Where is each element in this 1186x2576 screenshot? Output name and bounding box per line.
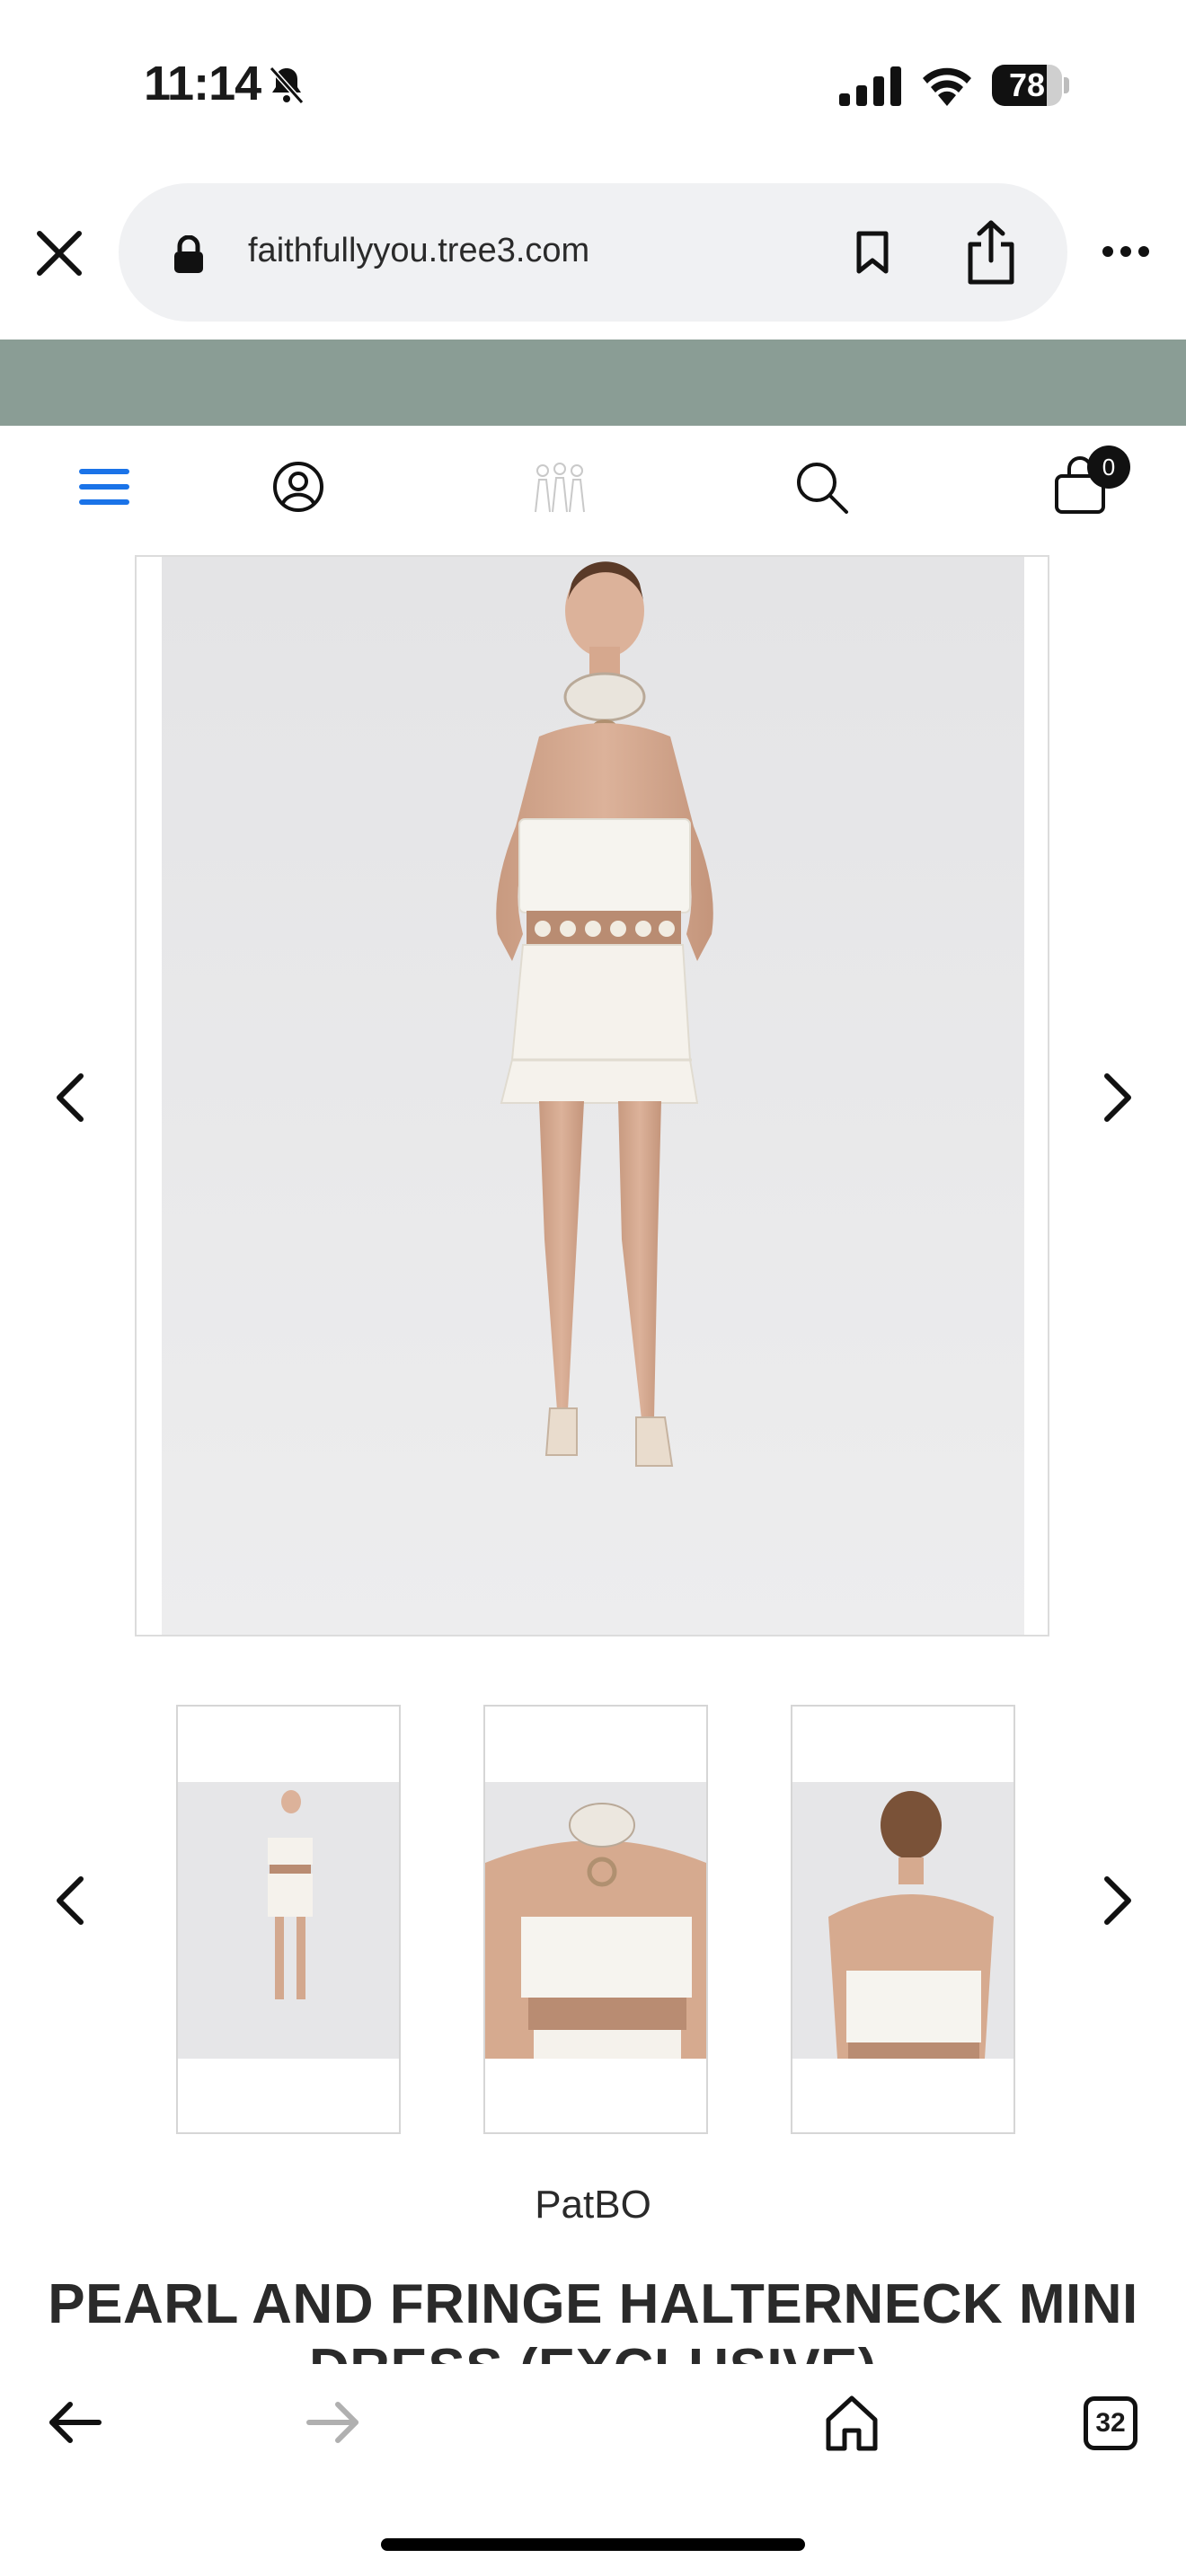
lock-icon xyxy=(174,235,203,273)
close-icon[interactable] xyxy=(34,228,84,278)
search-icon[interactable] xyxy=(794,460,850,516)
cellular-signal-icon xyxy=(839,66,901,106)
tabs-count-button[interactable]: 32 xyxy=(1084,2396,1137,2450)
thumbnail-2[interactable] xyxy=(483,1705,708,2134)
announcement-banner xyxy=(0,340,1186,426)
wifi-icon xyxy=(923,67,971,106)
thumbnail-1[interactable] xyxy=(176,1705,401,2134)
account-icon[interactable] xyxy=(271,460,325,514)
battery-cap xyxy=(1064,77,1069,93)
product-main-image[interactable] xyxy=(162,557,1024,1635)
main-image-next-arrow-icon[interactable] xyxy=(1100,1071,1136,1125)
bookmark-icon[interactable] xyxy=(855,230,890,275)
store-logo[interactable] xyxy=(530,460,589,514)
share-icon[interactable] xyxy=(965,219,1017,286)
status-time: 11:14 xyxy=(144,57,261,110)
more-icon[interactable] xyxy=(1102,243,1150,260)
silent-bell-icon xyxy=(269,66,305,105)
home-icon[interactable] xyxy=(823,2393,881,2452)
thumbnail-prev-arrow-icon[interactable] xyxy=(52,1874,88,1928)
thumbnail-next-arrow-icon[interactable] xyxy=(1100,1874,1136,1928)
thumbnail-3-image xyxy=(792,1782,1013,2059)
battery-indicator: 78 xyxy=(992,65,1071,106)
thumbnail-2-image xyxy=(485,1782,706,2059)
battery-percent: 78 xyxy=(1008,66,1046,103)
back-arrow-icon[interactable] xyxy=(47,2400,102,2445)
product-brand[interactable]: PatBO xyxy=(0,2183,1186,2228)
main-image-prev-arrow-icon[interactable] xyxy=(52,1071,88,1125)
thumbnail-1-image xyxy=(178,1782,399,2059)
hamburger-menu-icon[interactable] xyxy=(79,465,129,508)
thumbnail-3[interactable] xyxy=(791,1705,1015,2134)
cart-count-badge[interactable]: 0 xyxy=(1087,446,1130,489)
product-title-line-1: PEARL AND FRINGE HALTERNECK MINI xyxy=(48,2273,1138,2335)
forward-arrow-icon[interactable] xyxy=(305,2400,361,2445)
home-indicator[interactable] xyxy=(381,2538,805,2551)
url-text[interactable]: faithfullyyou.tree3.com xyxy=(248,232,589,270)
